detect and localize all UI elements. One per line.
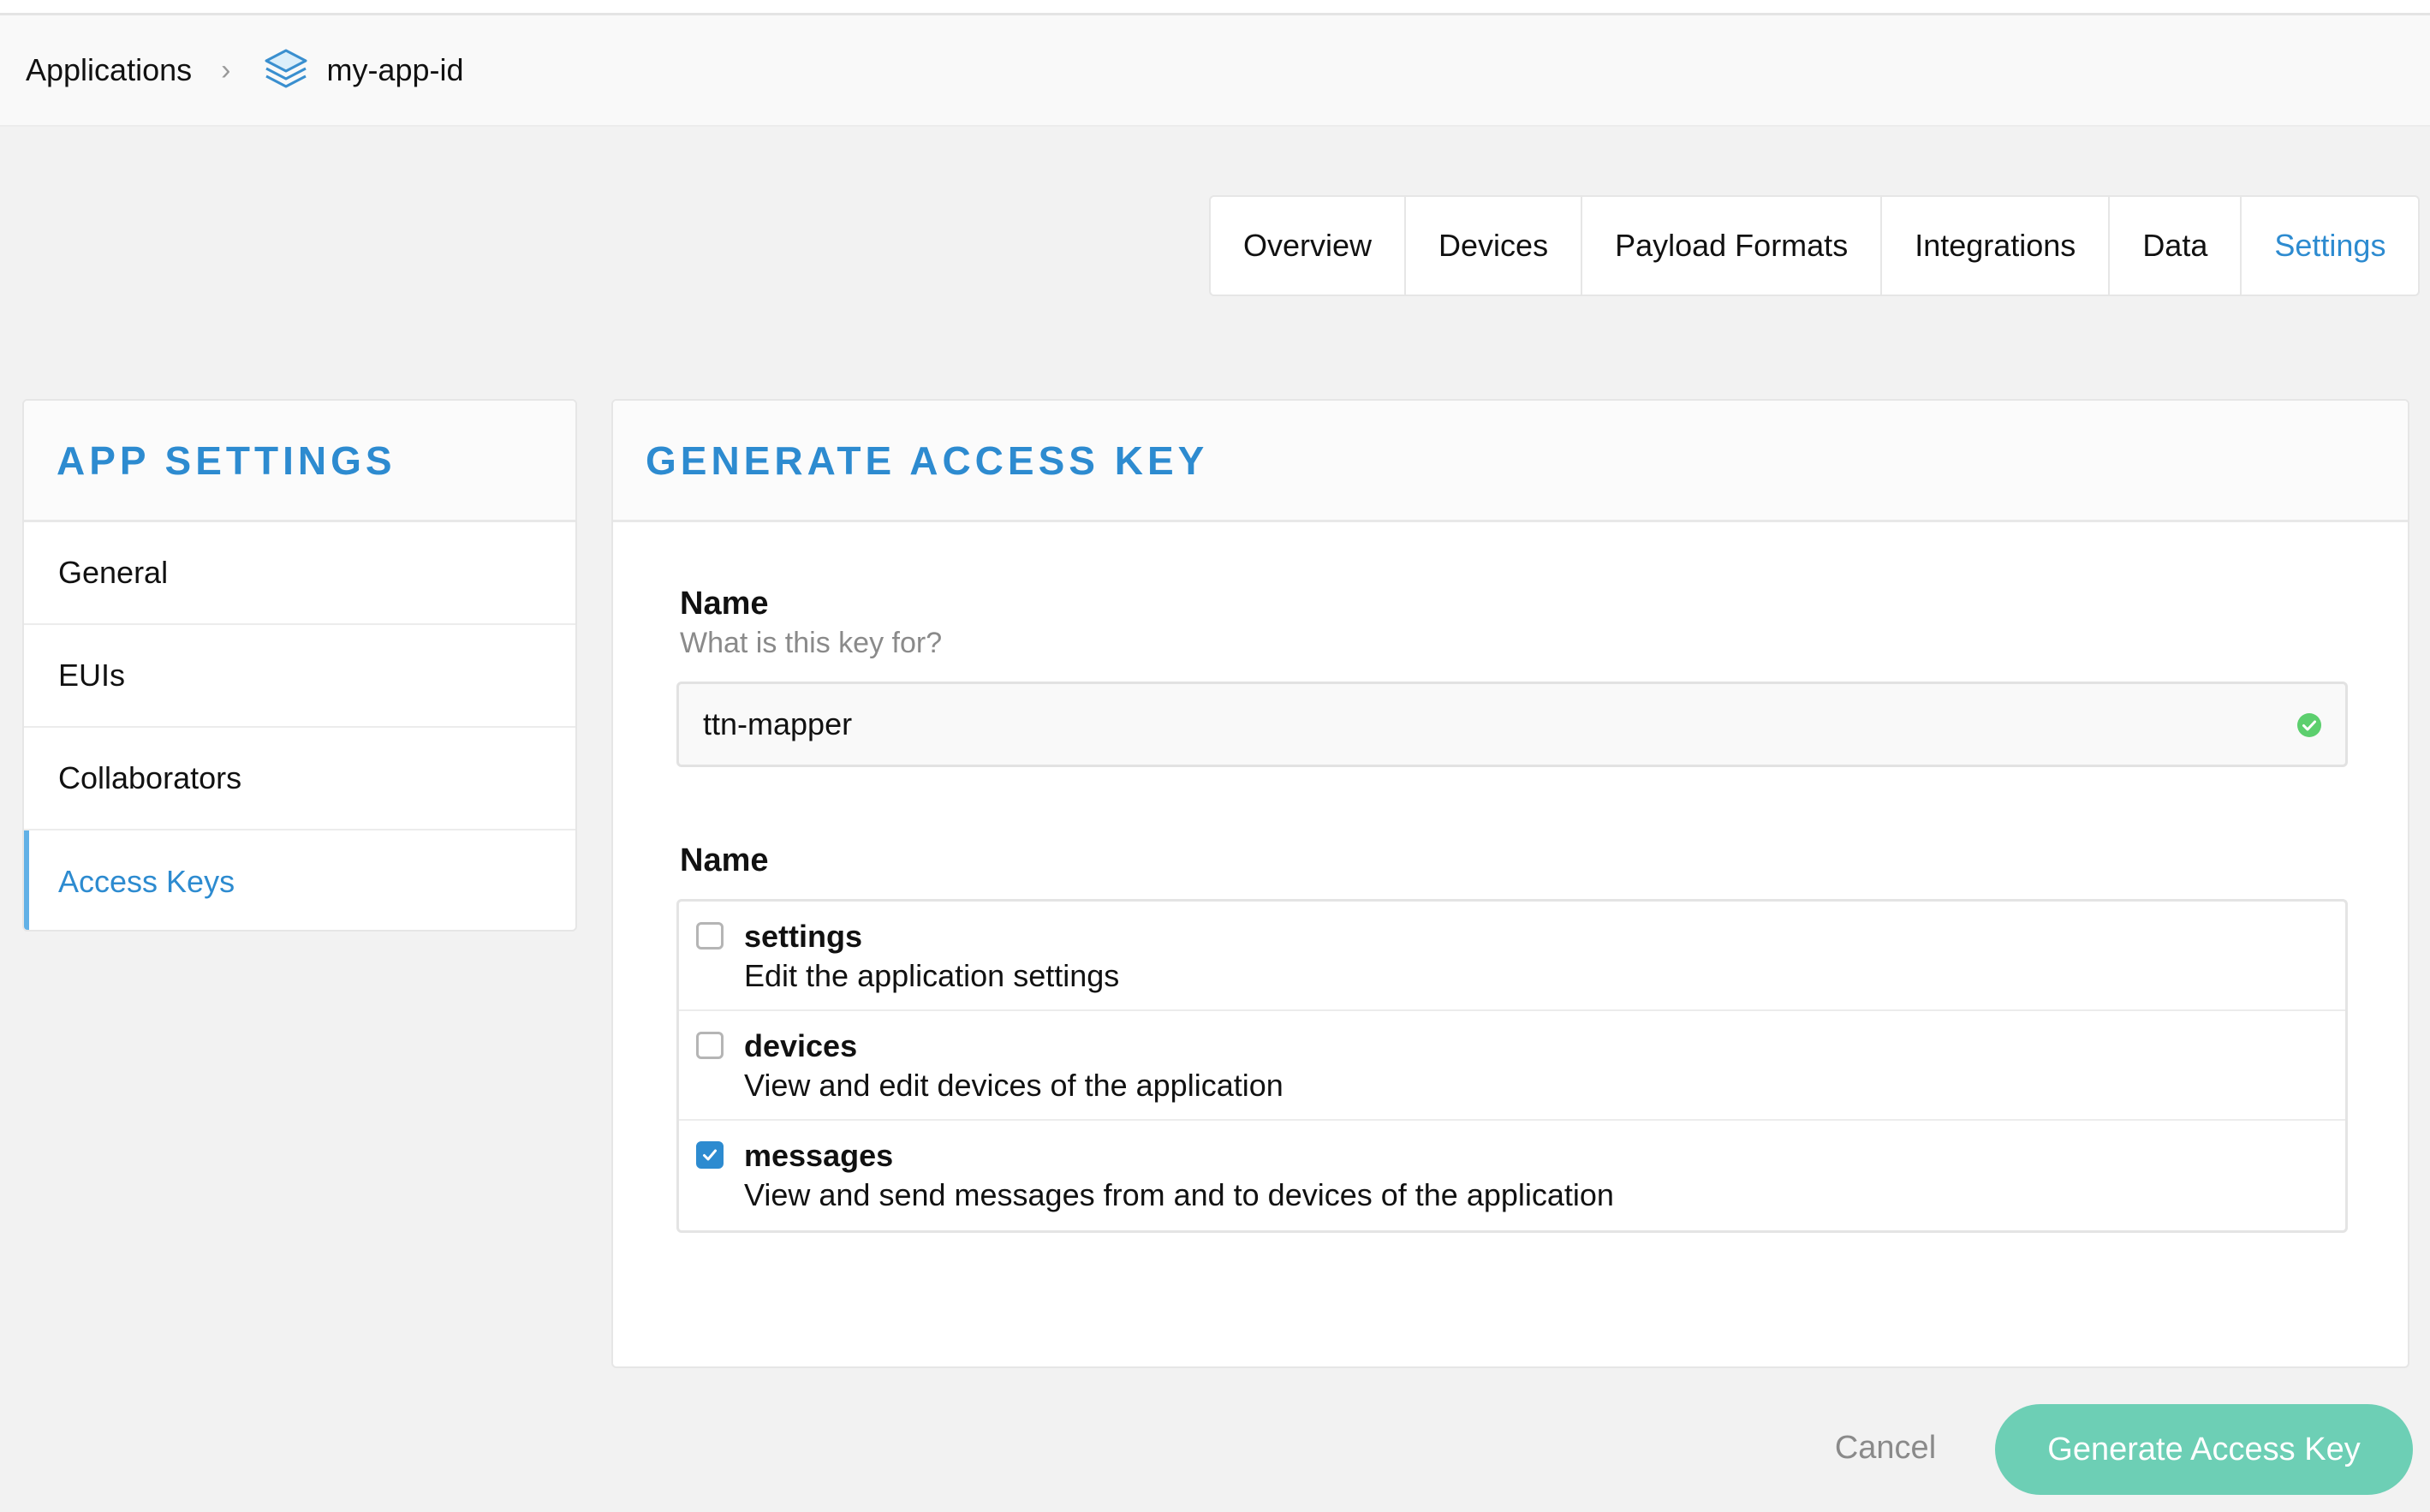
right-name: settings: [744, 919, 863, 954]
key-name-input[interactable]: [676, 682, 2348, 767]
sidebar-item-euis[interactable]: EUIs: [24, 625, 575, 728]
name-label: Name: [680, 586, 769, 622]
top-border: [0, 0, 2430, 15]
tab-devices[interactable]: Devices: [1406, 197, 1583, 295]
app-settings-sidebar: APP SETTINGS General EUIs Collaborators …: [22, 399, 577, 932]
right-description: View and edit devices of the application: [744, 1068, 1283, 1103]
breadcrumb-applications-link[interactable]: Applications: [26, 52, 192, 88]
app-tabs: Overview Devices Payload Formats Integra…: [1209, 195, 2421, 296]
right-row-settings: settings Edit the application settings: [679, 902, 2345, 1011]
layers-icon: [261, 45, 311, 95]
rights-label: Name: [680, 842, 769, 878]
right-description: Edit the application settings: [744, 958, 1120, 993]
panel-title: GENERATE ACCESS KEY: [646, 438, 1209, 483]
sidebar-header: APP SETTINGS: [24, 401, 575, 522]
rights-list: settings Edit the application settings d…: [676, 899, 2348, 1233]
sidebar-item-collaborators[interactable]: Collaborators: [24, 728, 575, 830]
breadcrumb: Applications › my-app-id: [0, 15, 2430, 127]
devices-checkbox[interactable]: [696, 1032, 724, 1059]
generate-access-key-panel: GENERATE ACCESS KEY Name What is this ke…: [611, 399, 2409, 1368]
tab-data[interactable]: Data: [2110, 197, 2242, 295]
right-row-devices: devices View and edit devices of the app…: [679, 1011, 2345, 1121]
sidebar-item-access-keys[interactable]: Access Keys: [24, 830, 575, 930]
settings-checkbox[interactable]: [696, 922, 724, 949]
tab-integrations[interactable]: Integrations: [1882, 197, 2111, 295]
messages-checkbox[interactable]: [696, 1141, 724, 1169]
check-circle-icon: [2296, 712, 2322, 738]
cancel-button[interactable]: Cancel: [1817, 1421, 1954, 1474]
tab-overview[interactable]: Overview: [1211, 197, 1407, 295]
tab-payload-formats[interactable]: Payload Formats: [1582, 197, 1883, 295]
chevron-right-icon: ›: [221, 53, 231, 86]
sidebar-item-general[interactable]: General: [24, 522, 575, 625]
sidebar-title: APP SETTINGS: [57, 438, 396, 483]
breadcrumb-app-id[interactable]: my-app-id: [326, 52, 463, 88]
panel-header: GENERATE ACCESS KEY: [613, 401, 2408, 522]
right-name: messages: [744, 1138, 894, 1173]
tab-settings[interactable]: Settings: [2242, 197, 2418, 295]
right-row-messages: messages View and send messages from and…: [679, 1121, 2345, 1230]
name-help-text: What is this key for?: [680, 627, 943, 659]
right-name: devices: [744, 1028, 858, 1063]
checkmark-icon: [703, 1149, 717, 1161]
right-description: View and send messages from and to devic…: [744, 1177, 1614, 1212]
generate-access-key-button[interactable]: Generate Access Key: [1995, 1404, 2413, 1495]
